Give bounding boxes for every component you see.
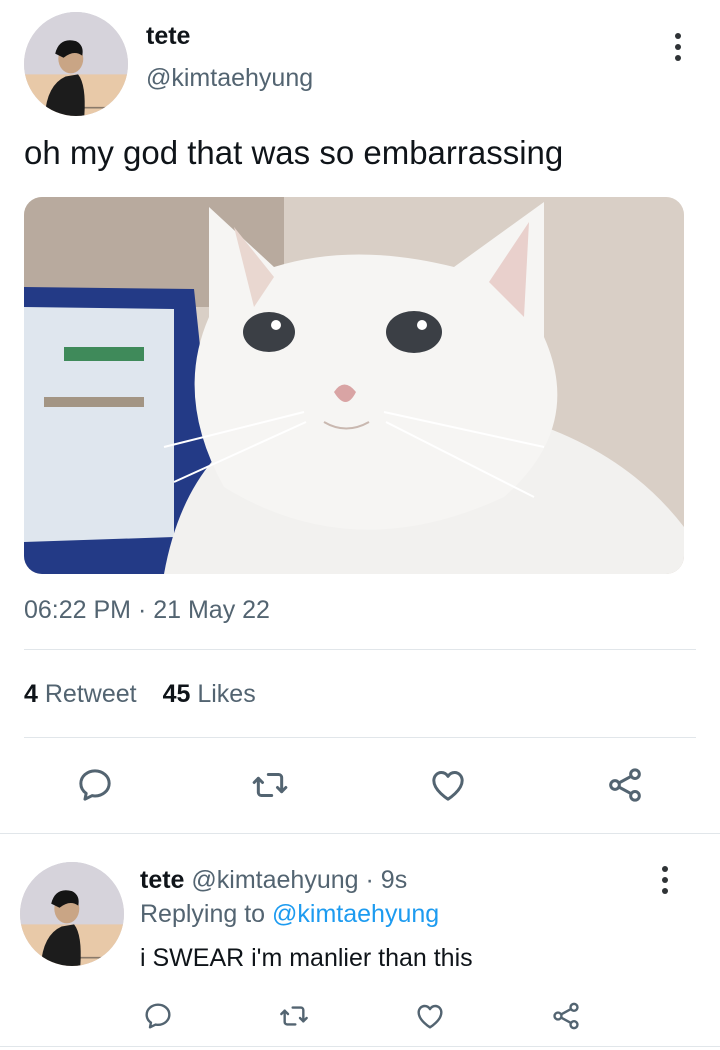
reply-author-name[interactable]: tete: [140, 866, 184, 894]
like-count: 45: [162, 680, 191, 708]
reply-author-handle[interactable]: @kimtaehyung: [191, 866, 358, 894]
retweet-count: 4: [24, 680, 38, 708]
reply-header: tete @kimtaehyung · 9s: [140, 866, 407, 895]
tweet-media-image[interactable]: [24, 197, 684, 574]
divider: [24, 737, 696, 738]
like-button[interactable]: [423, 760, 473, 810]
tweet-text: oh my god that was so embarrassing: [24, 134, 564, 171]
tweet-timestamp[interactable]: 06:22 PM · 21 May 22: [24, 596, 270, 625]
retweet-icon: [252, 773, 288, 797]
reply-button[interactable]: [138, 996, 178, 1036]
section-divider: [0, 833, 720, 834]
more-vertical-icon[interactable]: [655, 866, 675, 894]
retweet-icon: [280, 1006, 308, 1026]
reply-icon: [145, 1003, 171, 1029]
avatar-photo: [24, 12, 128, 116]
more-vertical-icon[interactable]: [668, 33, 688, 61]
retweet-button[interactable]: [274, 996, 314, 1036]
reply-button[interactable]: [70, 760, 120, 810]
share-button[interactable]: [600, 760, 650, 810]
share-icon: [553, 1002, 579, 1030]
likes-label: Likes: [197, 680, 256, 708]
retweet-button[interactable]: [245, 760, 295, 810]
section-divider: [0, 1046, 720, 1047]
share-icon: [609, 768, 641, 802]
author-handle[interactable]: @kimtaehyung: [146, 64, 313, 93]
share-button[interactable]: [546, 996, 586, 1036]
reply-time: · 9s: [365, 866, 408, 894]
heart-icon: [432, 771, 464, 801]
tweet-stats: 4 Retweet 45 Likes: [24, 680, 256, 709]
replying-to-link[interactable]: @kimtaehyung: [272, 900, 439, 928]
heart-icon: [417, 1004, 443, 1029]
author-avatar[interactable]: [24, 12, 128, 116]
likes-stat[interactable]: 45 Likes: [163, 680, 256, 709]
divider: [24, 649, 696, 650]
reply-author-avatar[interactable]: [20, 862, 124, 966]
replying-to-line: Replying to @kimtaehyung: [140, 900, 439, 929]
replying-to-prefix: Replying to: [140, 900, 266, 928]
retweet-stat[interactable]: 4 Retweet: [24, 680, 137, 709]
author-name[interactable]: tete: [146, 22, 190, 51]
reply-icon: [79, 769, 111, 801]
avatar-photo: [20, 862, 124, 966]
crying-cat-photo: [24, 197, 684, 574]
like-button[interactable]: [410, 996, 450, 1036]
reply-text: i SWEAR i'm manlier than this: [140, 944, 473, 972]
retweet-label: Retweet: [44, 680, 137, 708]
